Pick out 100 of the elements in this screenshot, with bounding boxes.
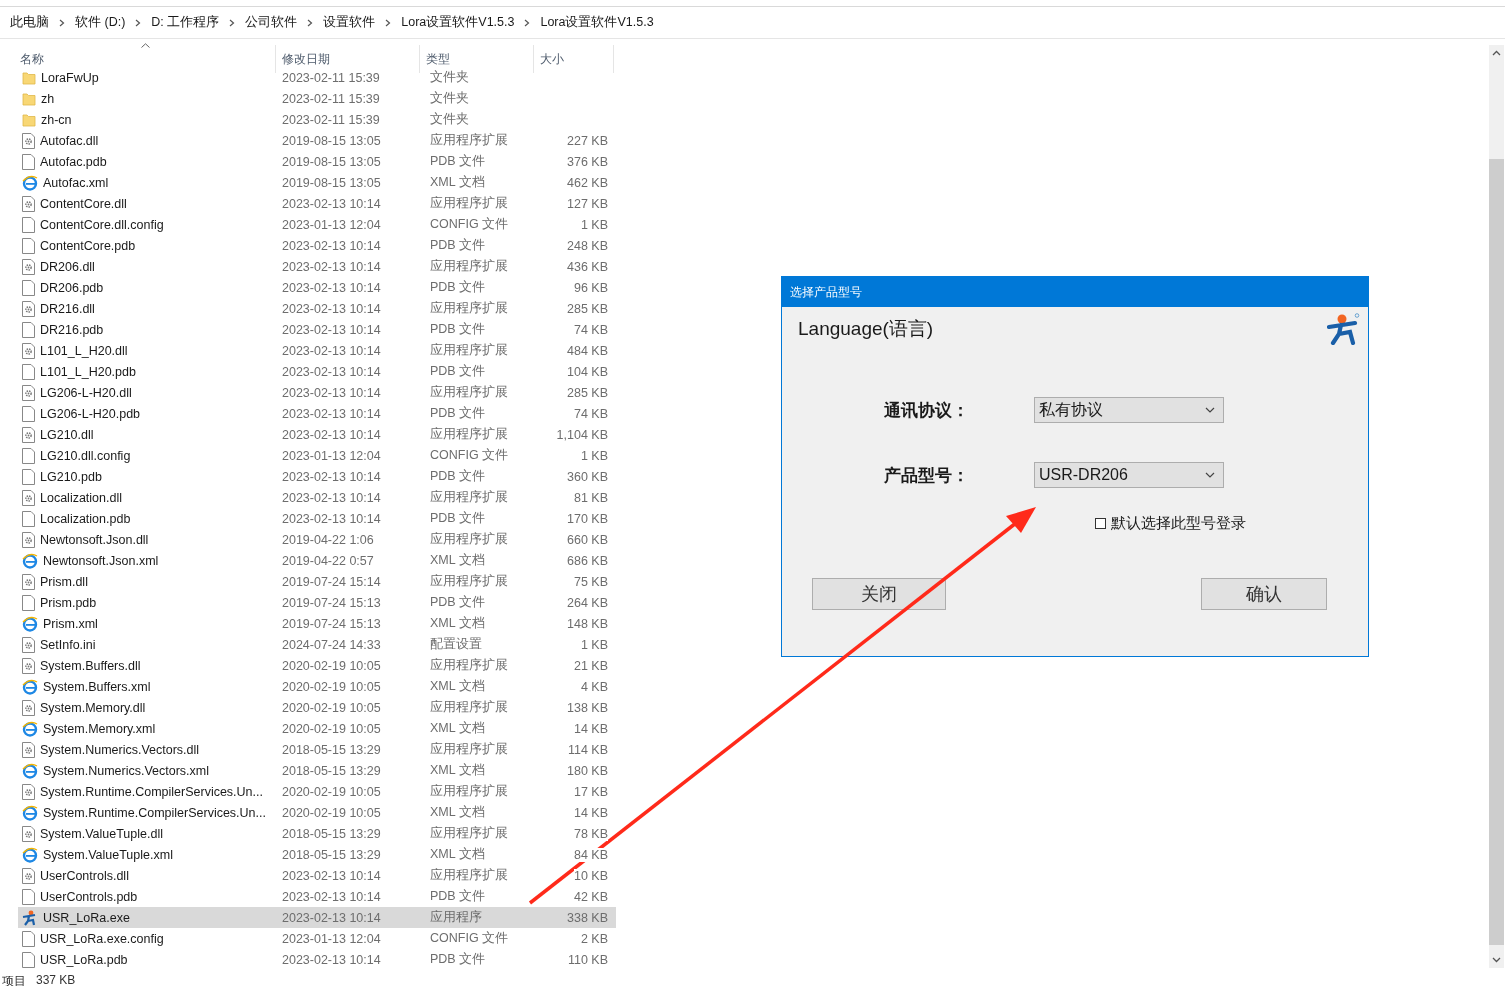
file-row[interactable]: System.Memory.dll 2020-02-19 10:05 应用程序扩展 138 KB [18,697,616,718]
file-row[interactable]: Autofac.pdb 2019-08-15 13:05 PDB 文件 376 KB [18,151,616,172]
type-cell-text: XML 文档 [429,846,486,863]
file-row[interactable]: USR_LoRa.exe.config 2023-01-13 12:04 CONFIG 文件 2 KB [18,928,616,949]
file-row[interactable]: System.ValueTuple.dll 2018-05-15 13:29 应用程序扩展 78 KB [18,823,616,844]
column-header[interactable]: 修改日期 [276,45,420,73]
file-row[interactable]: System.Buffers.xml 2020-02-19 10:05 XML 文档 4 KB [18,676,616,697]
checkbox[interactable] [1095,518,1106,529]
type-cell-text: 应用程序扩展 [429,741,509,758]
file-name: ContentCore.dll [40,196,127,211]
file-name: ContentCore.dll.config [40,217,164,232]
file-row[interactable]: L101_L_H20.pdb 2023-02-13 10:14 PDB 文件 104 KB [18,361,616,382]
chevron-icon [59,18,65,27]
file-row[interactable]: System.Runtime.CompilerServices.Un... 2020-02-19 10:05 XML 文档 14 KB [18,802,616,823]
breadcrumb-item[interactable]: 设置软件 [323,14,376,31]
file-row[interactable]: Prism.xml 2019-07-24 15:13 XML 文档 148 KB [18,613,616,634]
breadcrumb-item[interactable]: D: 工作程序 [151,14,220,31]
file-row[interactable]: DR206.dll 2023-02-13 10:14 应用程序扩展 436 KB [18,256,616,277]
size-cell: 285 KB [567,385,608,400]
caret-icon [1205,407,1215,413]
file-row[interactable]: ContentCore.pdb 2023-02-13 10:14 PDB 文件 248 KB [18,235,616,256]
file-row[interactable]: LG210.pdb 2023-02-13 10:14 PDB 文件 360 KB [18,466,616,487]
file-row[interactable]: System.Numerics.Vectors.xml 2018-05-15 13:29 XML 文档 180 KB [18,760,616,781]
breadcrumb-item[interactable]: 软件 (D:) [75,14,126,31]
browser-e-icon [22,720,38,737]
file-row[interactable]: LG206-L-H20.pdb 2023-02-13 10:14 PDB 文件 74 KB [18,403,616,424]
file-name: LG210.pdb [40,469,102,484]
dropdown[interactable]: 私有协议 [1034,397,1224,423]
file-row[interactable]: System.Runtime.CompilerServices.Un... 2020-02-19 10:05 应用程序扩展 17 KB [18,781,616,802]
type-cell-text: XML 文档 [429,720,486,737]
size-cell: 436 KB [567,259,608,274]
file-name: Autofac.xml [43,175,109,190]
chevron-icon [524,18,531,27]
file-row[interactable]: ContentCore.dll 2023-02-13 10:14 应用程序扩展 127 KB [18,193,616,214]
file-name: USR_LoRa.exe [43,910,130,925]
date-cell-text: 2023-02-13 10:14 [281,280,382,295]
file-row[interactable]: Localization.pdb 2023-02-13 10:14 PDB 文件 170 KB [18,508,616,529]
dropdown[interactable]: USR-DR206 [1034,462,1224,488]
person-logo-icon [1327,313,1361,345]
type-cell-text: 应用程序扩展 [429,426,509,443]
column-header[interactable]: 大小 [534,45,614,73]
date-cell-text: 2019-07-24 15:13 [281,616,382,631]
file-row[interactable]: UserControls.dll 2023-02-13 10:14 应用程序扩展 10 KB [18,865,616,886]
dialog-button[interactable]: 关闭 [812,578,946,610]
file-row[interactable]: DR206.pdb 2023-02-13 10:14 PDB 文件 96 KB [18,277,616,298]
date-cell-text: 2020-02-19 10:05 [281,679,382,694]
gear-file-icon [22,132,35,149]
size-cell: 14 KB [573,805,608,820]
file-row[interactable]: Newtonsoft.Json.xml 2019-04-22 0:57 XML 文档 686 KB [18,550,616,571]
file-row[interactable]: Autofac.xml 2019-08-15 13:05 XML 文档 462 KB [18,172,616,193]
breadcrumb-item[interactable]: 此电脑 [10,14,49,31]
gear-file-icon [22,699,35,716]
browser-e-icon [22,552,38,569]
type-cell-text: CONFIG 文件 [429,930,510,947]
file-row[interactable]: LG210.dll.config 2023-01-13 12:04 CONFIG 文件 1 KB [18,445,616,466]
gear-file-icon [22,300,35,317]
file-icon [22,279,35,296]
browser-e-icon [22,762,38,779]
file-icon [22,510,35,527]
size-cell: 127 KB [567,196,608,211]
type-cell-text: PDB 文件 [429,153,487,170]
date-cell-text: 2023-02-13 10:14 [281,469,382,484]
file-row[interactable]: L101_L_H20.dll 2023-02-13 10:14 应用程序扩展 484 KB [18,340,616,361]
folder-icon [22,112,36,127]
dialog-title: 选择产品型号 [790,283,862,301]
file-icon [22,363,35,380]
size-cell: 42 KB [573,889,608,904]
file-row[interactable]: LG210.dll 2023-02-13 10:14 应用程序扩展 1,104 KB [18,424,616,445]
folder-icon [22,91,36,106]
date-cell-text: 2018-05-15 13:29 [281,847,382,862]
file-row[interactable]: DR216.dll 2023-02-13 10:14 应用程序扩展 285 KB [18,298,616,319]
file-row[interactable]: USR_LoRa.pdb 2023-02-13 10:14 PDB 文件 110 KB [18,949,616,970]
file-row[interactable]: Autofac.dll 2019-08-15 13:05 应用程序扩展 227 KB [18,130,616,151]
file-row[interactable]: Prism.dll 2019-07-24 15:14 应用程序扩展 75 KB [18,571,616,592]
file-row[interactable]: System.ValueTuple.xml 2018-05-15 13:29 XML 文档 84 KB [18,844,616,865]
breadcrumb-item[interactable]: Lora设置软件V1.5.3 [540,14,654,31]
file-row[interactable]: System.Numerics.Vectors.dll 2018-05-15 13:29 应用程序扩展 114 KB [18,739,616,760]
file-row[interactable]: ContentCore.dll.config 2023-01-13 12:04 CONFIG 文件 1 KB [18,214,616,235]
file-row[interactable]: Localization.dll 2023-02-13 10:14 应用程序扩展 81 KB [18,487,616,508]
file-row[interactable]: System.Memory.xml 2020-02-19 10:05 XML 文档 14 KB [18,718,616,739]
file-name: System.Buffers.xml [43,679,151,694]
file-row[interactable]: System.Buffers.dll 2020-02-19 10:05 应用程序扩展 21 KB [18,655,616,676]
gear-file-icon [22,741,35,758]
file-row[interactable]: UserControls.pdb 2023-02-13 10:14 PDB 文件 42 KB [18,886,616,907]
file-row[interactable]: DR216.pdb 2023-02-13 10:14 PDB 文件 74 KB [18,319,616,340]
scroll-up-icon[interactable] [1492,50,1501,56]
file-row[interactable]: Newtonsoft.Json.dll 2019-04-22 1:06 应用程序扩展 660 KB [18,529,616,550]
file-row[interactable]: SetInfo.ini 2024-07-24 14:33 配置设置 1 KB [18,634,616,655]
breadcrumb-item[interactable]: Lora设置软件V1.5.3 [401,14,515,31]
file-name: USR_LoRa.pdb [40,952,128,967]
file-row[interactable]: zh-cn 2023-02-11 15:39 文件夹 [18,109,616,130]
scroll-down-icon[interactable] [1492,957,1501,963]
file-row[interactable]: LG206-L-H20.dll 2023-02-13 10:14 应用程序扩展 285 KB [18,382,616,403]
file-row[interactable]: USR_LoRa.exe 2023-02-13 10:14 应用程序 338 KB [18,907,616,928]
folder-icon [22,70,36,85]
type-cell-text: PDB 文件 [429,405,487,422]
dialog-button[interactable]: 确认 [1201,578,1327,610]
file-row[interactable]: Prism.pdb 2019-07-24 15:13 PDB 文件 264 KB [18,592,616,613]
file-row[interactable]: zh 2023-02-11 15:39 文件夹 [18,88,616,109]
breadcrumb-item[interactable]: 公司软件 [245,14,298,31]
